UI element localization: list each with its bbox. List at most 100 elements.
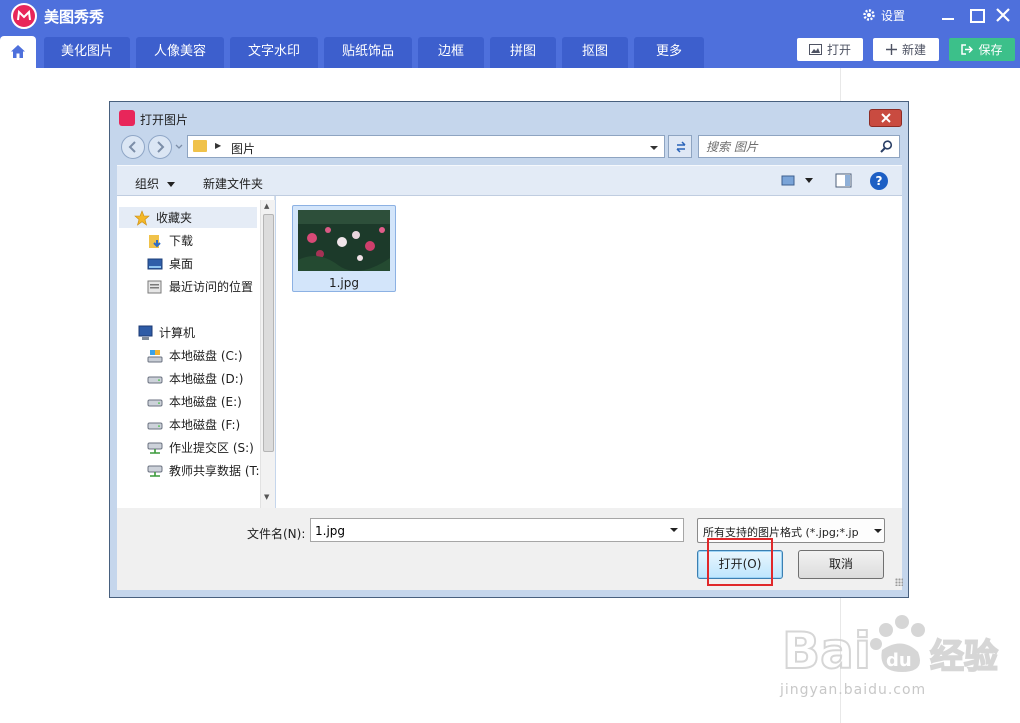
breadcrumb-arrow-icon: ▶ xyxy=(215,141,222,150)
scroll-down-icon[interactable]: ▼ xyxy=(264,493,269,501)
network-drive-icon xyxy=(147,442,163,454)
change-view-button[interactable] xyxy=(781,174,817,188)
navigation-pane: 收藏夹 下载 桌面 最近访问的位置 计算机 本地磁盘 (C:) 本地磁盘 (D:… xyxy=(117,196,275,508)
nav-item-drive-s[interactable]: 作业提交区 (S:) xyxy=(147,437,254,458)
filename-input[interactable] xyxy=(315,523,655,538)
address-dropdown-button[interactable] xyxy=(649,141,663,153)
search-input[interactable] xyxy=(706,139,874,154)
search-icon[interactable] xyxy=(880,140,893,153)
desktop-icon xyxy=(147,258,163,269)
image-icon xyxy=(808,44,822,55)
home-tab[interactable] xyxy=(0,36,36,68)
computer-icon xyxy=(138,325,153,340)
nav-item-drive-d[interactable]: 本地磁盘 (D:) xyxy=(147,368,243,389)
tab-frames[interactable]: 边框 xyxy=(418,37,484,68)
help-icon[interactable]: ? xyxy=(870,172,888,190)
resize-grip[interactable] xyxy=(895,578,903,586)
chevron-down-icon xyxy=(175,144,183,149)
search-box[interactable] xyxy=(698,135,900,158)
caret-down-icon[interactable] xyxy=(669,526,679,534)
tab-beautify[interactable]: 美化图片 xyxy=(44,37,130,68)
nav-item-drive-e[interactable]: 本地磁盘 (E:) xyxy=(147,391,242,412)
recent-places-icon xyxy=(147,280,162,293)
save-label: 保存 xyxy=(978,43,1003,57)
arrow-right-icon xyxy=(157,141,165,153)
star-icon xyxy=(134,209,150,226)
settings-button[interactable]: 设置 xyxy=(862,5,905,25)
recent-pages-dropdown[interactable] xyxy=(174,141,184,151)
forward-button[interactable] xyxy=(148,135,172,159)
preview-pane-button[interactable] xyxy=(835,173,853,189)
app-name: 美图秀秀 xyxy=(44,8,105,26)
scroll-up-icon[interactable]: ▲ xyxy=(264,202,269,210)
tab-more[interactable]: 更多 xyxy=(634,37,704,68)
maximize-button[interactable] xyxy=(965,4,987,26)
organize-label: 组织 xyxy=(135,177,160,191)
organize-menu-button[interactable]: 组织 xyxy=(135,175,175,192)
arrow-left-icon xyxy=(128,141,136,153)
nav-item-drive-t[interactable]: 教师共享数据 (T: xyxy=(147,460,260,481)
dialog-close-button[interactable] xyxy=(869,109,902,127)
command-bar: 组织 新建文件夹 ? xyxy=(117,165,902,196)
tab-cutout[interactable]: 抠图 xyxy=(562,37,628,68)
close-icon xyxy=(996,8,1010,22)
network-drive-icon xyxy=(147,465,163,477)
nav-label: 桌面 xyxy=(169,257,194,271)
tab-portrait[interactable]: 人像美容 xyxy=(136,37,224,68)
dialog-footer: 文件名(N): 所有支持的图片格式 (*.jpg;*.jp 打开(O) 取消 xyxy=(117,508,903,590)
open-label: 打开 xyxy=(826,43,851,57)
close-icon xyxy=(880,113,891,123)
nav-label: 收藏夹 xyxy=(156,211,193,225)
hard-drive-icon xyxy=(147,422,163,429)
new-button[interactable]: 新建 xyxy=(873,38,939,61)
svg-text:Bai: Bai xyxy=(782,622,871,680)
caret-down-icon xyxy=(650,146,658,150)
minimize-button[interactable] xyxy=(937,4,959,26)
system-drive-icon xyxy=(147,349,163,362)
annotation-highlight-box xyxy=(707,538,773,586)
dialog-title: 打开图片 xyxy=(140,113,189,127)
nav-label: 本地磁盘 (F:) xyxy=(169,418,241,432)
nav-item-computer[interactable]: 计算机 xyxy=(137,322,195,343)
nav-item-downloads[interactable]: 下载 xyxy=(147,230,193,251)
dialog-app-icon xyxy=(119,110,135,126)
nav-label: 作业提交区 (S:) xyxy=(169,441,254,455)
open-button[interactable]: 打开 xyxy=(797,38,863,61)
nav-item-recent-places[interactable]: 最近访问的位置 xyxy=(147,276,253,297)
home-icon xyxy=(11,45,25,58)
nav-label: 教师共享数据 (T: xyxy=(169,464,260,478)
file-item-selected[interactable]: 1.jpg xyxy=(292,205,396,292)
refresh-icon xyxy=(676,141,686,153)
file-thumbnail-image xyxy=(298,210,390,271)
file-name: 1.jpg xyxy=(328,276,360,290)
dialog-cancel-button[interactable]: 取消 xyxy=(798,550,884,579)
export-icon xyxy=(961,44,974,55)
download-folder-icon xyxy=(149,234,161,248)
filename-combobox[interactable] xyxy=(310,518,684,542)
watermark-url: jingyan.baidu.com xyxy=(780,682,927,698)
tab-text-watermark[interactable]: 文字水印 xyxy=(230,37,318,68)
nav-item-drive-f[interactable]: 本地磁盘 (F:) xyxy=(147,414,240,435)
new-label: 新建 xyxy=(901,43,926,57)
hard-drive-icon xyxy=(147,399,163,406)
nav-item-favorites[interactable]: 收藏夹 xyxy=(119,207,257,228)
nav-item-desktop[interactable]: 桌面 xyxy=(147,253,193,274)
dialog-titlebar: 打开图片 xyxy=(110,102,908,130)
settings-label: 设置 xyxy=(881,8,906,23)
tab-collage[interactable]: 拼图 xyxy=(490,37,556,68)
tab-stickers[interactable]: 贴纸饰品 xyxy=(324,37,412,68)
file-list-pane: 1.jpg xyxy=(276,196,902,508)
folder-icon xyxy=(193,140,207,152)
back-button[interactable] xyxy=(121,135,145,159)
nav-item-drive-c[interactable]: 本地磁盘 (C:) xyxy=(147,345,243,366)
address-bar[interactable]: ▶ 图片 xyxy=(187,135,665,158)
close-window-button[interactable] xyxy=(992,4,1014,26)
navigation-scrollbar[interactable]: ▲ ▼ xyxy=(260,200,275,508)
svg-text:经验: 经验 xyxy=(930,637,998,677)
save-button[interactable]: 保存 xyxy=(949,38,1015,61)
filename-label: 文件名(N): xyxy=(247,527,306,541)
new-folder-button[interactable]: 新建文件夹 xyxy=(203,175,263,192)
scrollbar-thumb[interactable] xyxy=(263,214,274,452)
address-text: 图片 xyxy=(231,142,256,156)
refresh-button[interactable] xyxy=(668,135,692,158)
